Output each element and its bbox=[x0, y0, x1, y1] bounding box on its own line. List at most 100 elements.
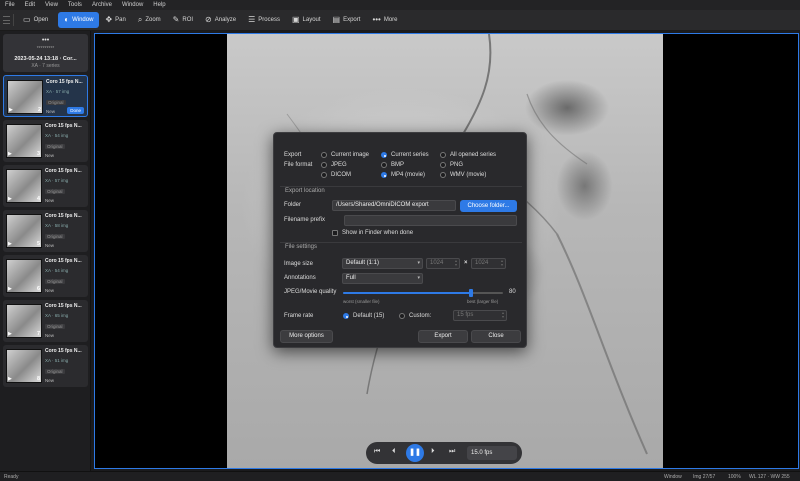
play-icon: ▶ bbox=[8, 376, 12, 382]
series-image-count: XA · 57 img bbox=[45, 178, 69, 183]
series-item[interactable]: ▶ 5 Coro 15 fps N... XA · 58 img Original New bbox=[3, 210, 88, 252]
show-in-finder-label: Show in Finder when done bbox=[342, 230, 414, 236]
dialog-close-button[interactable]: Close bbox=[471, 330, 521, 343]
radio-png[interactable] bbox=[440, 162, 446, 168]
chevron-down-icon: ▾ bbox=[417, 260, 420, 266]
export-label: Export bbox=[343, 17, 361, 23]
series-badge: Original bbox=[45, 189, 65, 194]
pan-tool-button[interactable]: ✥ Pan bbox=[99, 12, 131, 28]
folder-icon: ▭ bbox=[23, 15, 31, 24]
series-badge: Original bbox=[45, 234, 65, 239]
annotations-label: Annotations bbox=[284, 275, 316, 281]
annotations-value: Full bbox=[346, 275, 356, 281]
window-label: Window bbox=[72, 17, 94, 23]
skip-to-start-icon[interactable]: ⏮ bbox=[374, 448, 380, 456]
folder-path-field[interactable]: /Users/Shared/OmniDICOM export bbox=[332, 200, 456, 211]
menu-window[interactable]: Window bbox=[122, 2, 143, 8]
series-item[interactable]: ▶ 4 Coro 15 fps N... XA · 57 img Original New bbox=[3, 165, 88, 207]
stepper-icon: ▴ ▾ bbox=[501, 310, 504, 319]
radio-dicom[interactable] bbox=[321, 172, 327, 178]
height-stepper[interactable]: 1024 ▴ ▾ bbox=[471, 258, 506, 269]
series-item[interactable]: ▶ 8 Coro 15 fps N... XA · 51 img Original New bbox=[3, 345, 88, 387]
roi-label: ROI bbox=[182, 17, 194, 23]
roi-tool-button[interactable]: ✎ ROI bbox=[167, 12, 199, 28]
zoom-tool-button[interactable]: ⌕ Zoom bbox=[132, 12, 167, 28]
series-title: Coro 15 fps N... bbox=[45, 258, 82, 264]
radio-wmv[interactable] bbox=[440, 172, 446, 178]
radio-jpeg-label: JPEG bbox=[331, 162, 347, 168]
step-back-icon[interactable]: ⏴ bbox=[392, 448, 396, 456]
menu-edit[interactable]: Edit bbox=[25, 2, 35, 8]
choose-folder-button[interactable]: Choose folder... bbox=[460, 200, 517, 212]
custom-fps-stepper[interactable]: 15 fps ▴ ▾ bbox=[453, 310, 507, 321]
radio-current-image[interactable] bbox=[321, 152, 327, 158]
quality-slider-thumb[interactable] bbox=[469, 289, 473, 297]
radio-mp4[interactable] bbox=[381, 172, 387, 178]
play-icon: ▶ bbox=[8, 196, 12, 202]
series-thumbnail: ▶ 4 bbox=[6, 169, 42, 203]
fps-field[interactable]: 15.0 fps bbox=[467, 446, 517, 460]
menu-tools[interactable]: Tools bbox=[68, 2, 82, 8]
menu-help[interactable]: Help bbox=[153, 2, 165, 8]
export-button[interactable]: ▤ Export bbox=[327, 12, 367, 28]
radio-all-opened-series[interactable] bbox=[440, 152, 446, 158]
section-divider bbox=[280, 186, 522, 187]
drag-handle-icon[interactable] bbox=[3, 14, 10, 26]
radio-framerate-custom[interactable] bbox=[399, 313, 405, 319]
menu-file[interactable]: File bbox=[5, 2, 15, 8]
annotations-select[interactable]: Full ▾ bbox=[342, 273, 423, 284]
pause-button[interactable]: ❚❚ bbox=[406, 444, 424, 462]
magnifier-icon: ⌕ bbox=[137, 15, 143, 24]
series-image-count: XA · 51 img bbox=[45, 358, 69, 363]
process-button[interactable]: ☰ Process bbox=[242, 12, 286, 28]
image-size-select[interactable]: Default (1:1) ▾ bbox=[342, 258, 423, 269]
series-item[interactable]: ▶ 2 Coro 15 fps N... XA · 57 img Original New… bbox=[3, 75, 88, 117]
custom-fps-value: 15 fps bbox=[457, 312, 474, 318]
chevron-down-icon: ▾ bbox=[417, 275, 420, 281]
series-item[interactable]: ▶ 7 Coro 15 fps N... XA · 65 img Original New bbox=[3, 300, 88, 342]
ellipsis-icon: ••• bbox=[372, 15, 381, 24]
series-number: 3 bbox=[36, 151, 40, 157]
window-tool-button[interactable]: ◐ Window bbox=[58, 12, 100, 28]
export-location-header: Export location bbox=[285, 188, 325, 194]
study-card[interactable]: ••• ********* 2023-05-24 13:18 · Cor... … bbox=[3, 34, 88, 72]
filename-prefix-input[interactable] bbox=[344, 215, 517, 226]
width-stepper[interactable]: 1024 ▴ ▾ bbox=[426, 258, 460, 269]
more-button[interactable]: ••• More bbox=[366, 12, 403, 28]
playback-bar: ⏮ ⏴ ❚❚ ⏵ ⏭ 15.0 fps bbox=[366, 442, 522, 464]
radio-jpeg[interactable] bbox=[321, 162, 327, 168]
series-item[interactable]: ▶ 3 Coro 15 fps N... XA · 54 img Original New bbox=[3, 120, 88, 162]
menu-archive[interactable]: Archive bbox=[92, 2, 112, 8]
image-size-label: Image size bbox=[284, 261, 314, 267]
radio-framerate-default[interactable] bbox=[343, 313, 349, 319]
quality-value: 80 bbox=[509, 289, 516, 295]
status-tool: Window bbox=[664, 474, 682, 480]
radio-current-series[interactable] bbox=[381, 152, 387, 158]
radio-bmp[interactable] bbox=[381, 162, 387, 168]
skip-to-end-icon[interactable]: ⏭ bbox=[449, 448, 455, 456]
menu-view[interactable]: View bbox=[45, 2, 58, 8]
series-thumbnail: ▶ 3 bbox=[6, 124, 42, 158]
series-status: New bbox=[45, 198, 55, 203]
layout-button[interactable]: ▣ Layout bbox=[286, 12, 327, 28]
height-value: 1024 bbox=[475, 260, 489, 266]
series-number: 6 bbox=[36, 286, 40, 292]
series-item[interactable]: ▶ 6 Coro 15 fps N... XA · 54 img Original New bbox=[3, 255, 88, 297]
play-icon: ▶ bbox=[8, 331, 12, 337]
more-label: More bbox=[383, 17, 398, 23]
pan-label: Pan bbox=[115, 17, 126, 23]
analyze-button[interactable]: ⊘ Analyze bbox=[199, 12, 242, 28]
series-badge: Original bbox=[45, 324, 65, 329]
show-in-finder-checkbox[interactable] bbox=[332, 230, 338, 236]
section-divider bbox=[280, 242, 522, 243]
step-forward-icon[interactable]: ⏵ bbox=[431, 448, 435, 456]
quality-slider-track[interactable] bbox=[343, 289, 503, 297]
open-button[interactable]: ▭ Open bbox=[17, 12, 54, 28]
dialog-export-button[interactable]: Export bbox=[418, 330, 468, 343]
series-title: Coro 15 fps N... bbox=[45, 303, 82, 309]
framerate-default-label: Default (15) bbox=[353, 313, 385, 319]
series-number: 8 bbox=[36, 376, 40, 382]
series-number: 7 bbox=[36, 331, 40, 337]
series-image-count: XA · 54 img bbox=[45, 133, 69, 138]
more-options-button[interactable]: More options bbox=[280, 330, 333, 343]
